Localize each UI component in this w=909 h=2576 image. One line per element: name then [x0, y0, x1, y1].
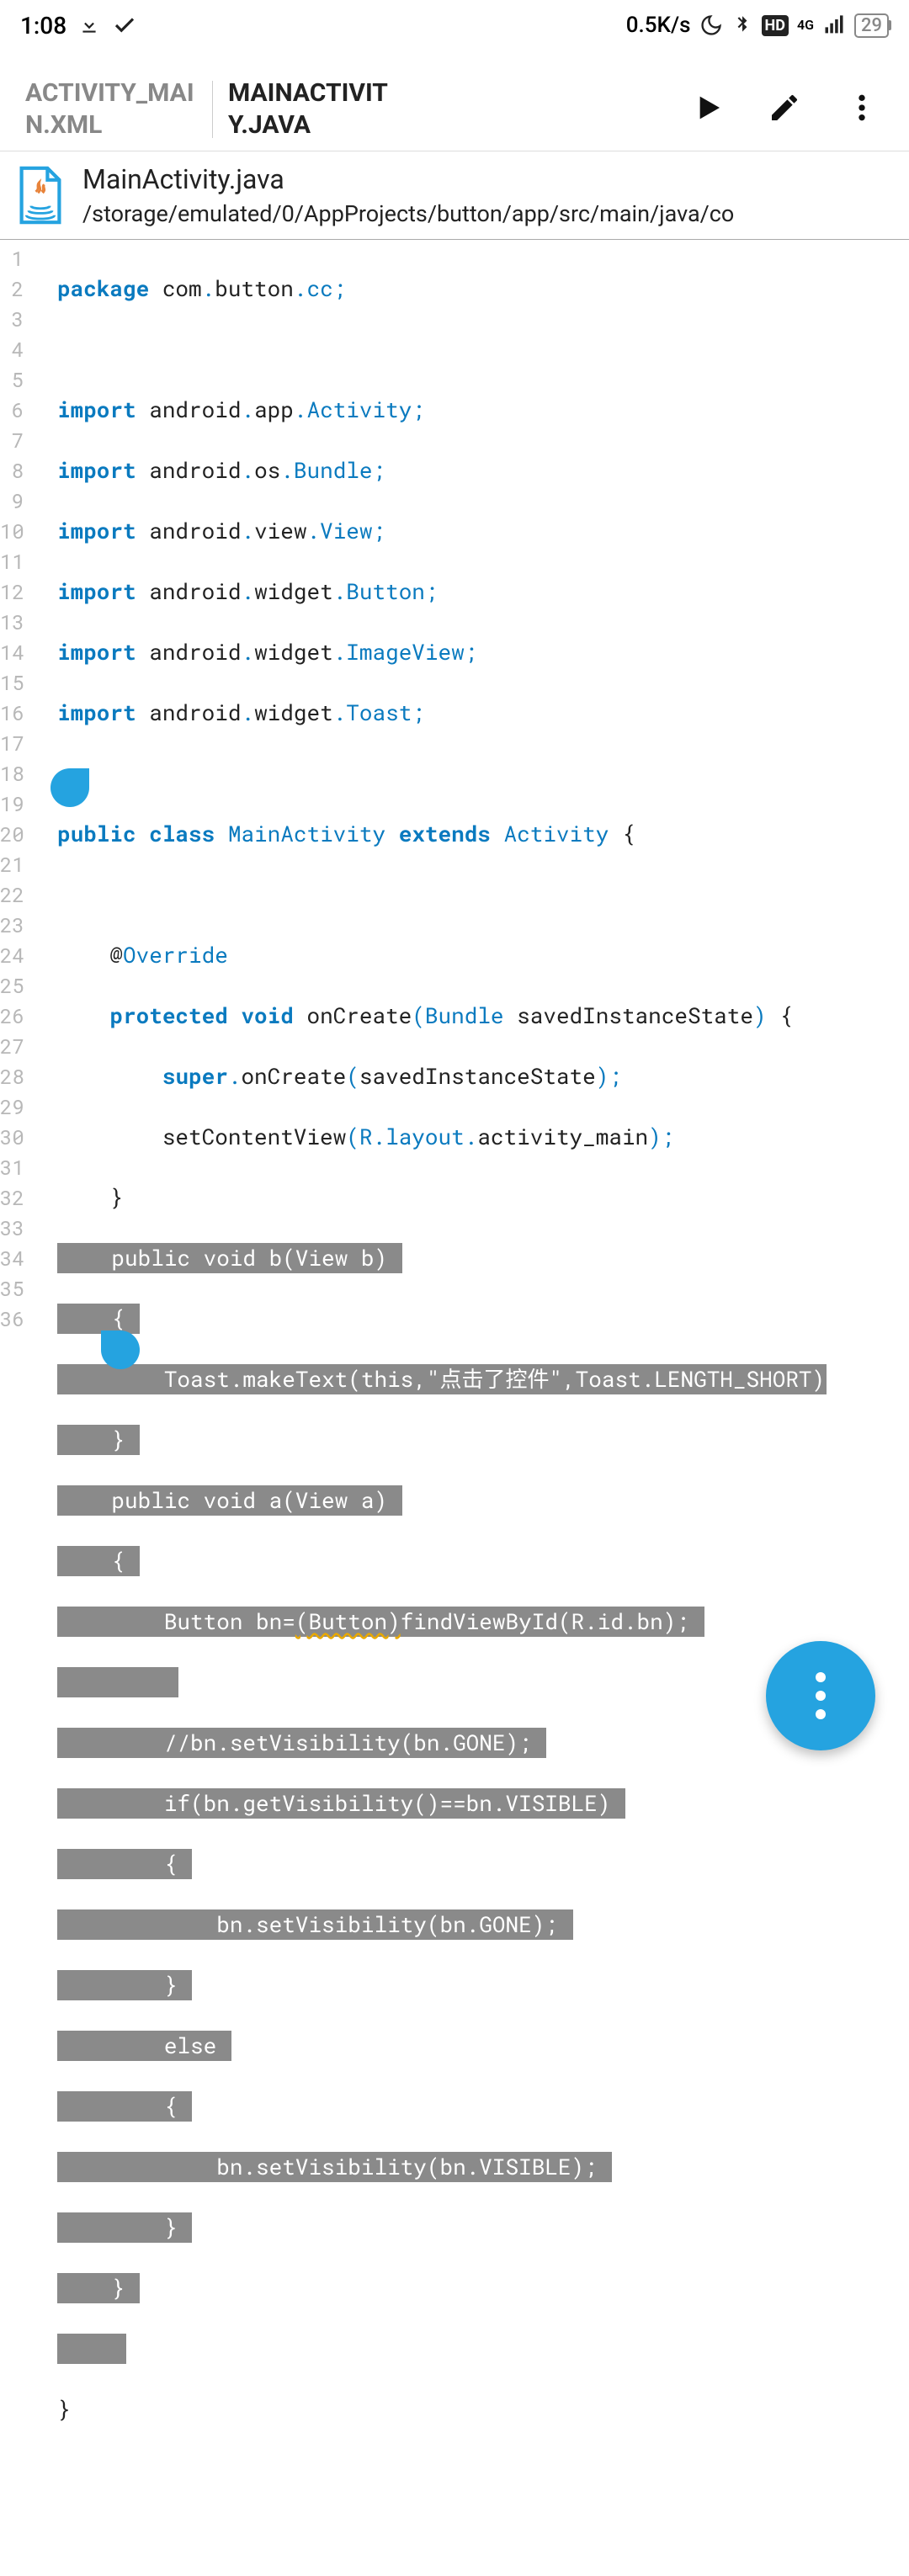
hd-icon: HD — [762, 15, 789, 36]
code-line: { — [57, 1304, 827, 1334]
battery-icon: 29 — [854, 13, 889, 38]
code-line: } — [57, 2394, 827, 2425]
code-line: Button bn=(Button)findViewById(R.id.bn); — [57, 1607, 827, 1637]
download-icon — [78, 14, 100, 36]
file-info: MainActivity.java /storage/emulated/0/Ap… — [82, 163, 734, 227]
code-line: public class MainActivity extends Activi… — [57, 819, 827, 849]
file-path: /storage/emulated/0/AppProjects/button/a… — [82, 200, 734, 227]
code-line — [57, 2334, 827, 2364]
status-time: 1:08 — [20, 12, 66, 40]
code-line: import android.os.Bundle; — [57, 455, 827, 486]
code-line: } — [57, 2273, 827, 2303]
code-line: import android.widget.Button; — [57, 576, 827, 607]
code-line: public void b(View b) — [57, 1243, 827, 1273]
selection-handle-start[interactable] — [50, 768, 89, 807]
code-line: bn.setVisibility(bn.GONE); — [57, 1909, 827, 1940]
code-line: import android.widget.ImageView; — [57, 637, 827, 667]
fab-button[interactable] — [766, 1641, 875, 1750]
code-line: public void a(View a) — [57, 1485, 827, 1516]
tab-activity-main-xml[interactable]: ACTIVITY_MAIN.XML — [10, 77, 212, 141]
code-line: package com.button.cc; — [57, 274, 827, 304]
java-file-icon — [17, 166, 64, 225]
code-line: setContentView(R.layout.activity_main); — [57, 1122, 827, 1152]
tab-mainactivity-java[interactable]: MAINACTIVITY.JAVA — [213, 77, 415, 141]
code-line: import android.app.Activity; — [57, 395, 827, 425]
status-speed: 0.5K/s — [626, 13, 691, 38]
run-button[interactable] — [690, 91, 724, 128]
code-line: protected void onCreate(Bundle savedInst… — [57, 1001, 827, 1031]
code-line: } — [57, 2212, 827, 2243]
code-line: bn.setVisibility(bn.VISIBLE); — [57, 2152, 827, 2182]
network-type: 4G — [797, 19, 814, 32]
code-line: { — [57, 2091, 827, 2122]
line-gutter: 123456789 101112131415161718 19202122232… — [0, 240, 27, 2576]
more-vertical-icon — [816, 1668, 826, 1724]
editor-tabs: ACTIVITY_MAIN.XML MAINACTIVITY.JAVA — [0, 67, 909, 151]
edit-button[interactable] — [768, 91, 801, 128]
code-line: } — [57, 1970, 827, 2000]
moon-icon — [699, 13, 723, 37]
code-line: import android.view.View; — [57, 516, 827, 546]
code-line: @Override — [57, 940, 827, 970]
file-name: MainActivity.java — [82, 163, 734, 195]
android-status-bar: 1:08 0.5K/s HD 4G 29 — [0, 0, 909, 50]
signal-icon — [822, 13, 846, 37]
code-line: { — [57, 1546, 827, 1576]
code-line: } — [57, 1425, 827, 1455]
check-icon — [112, 13, 137, 38]
code-line: } — [57, 1182, 827, 1213]
code-editor[interactable]: 123456789 101112131415161718 19202122232… — [0, 240, 909, 2576]
code-line: super.onCreate(savedInstanceState); — [57, 1061, 827, 1091]
status-left: 1:08 — [20, 12, 137, 40]
code-line: import android.widget.Toast; — [57, 698, 827, 728]
code-line: Toast.makeText(this,"点击了控件",Toast.LENGTH… — [57, 1364, 827, 1394]
bluetooth-icon — [731, 14, 753, 36]
toolbar-actions — [690, 91, 899, 128]
code-line — [57, 758, 827, 789]
file-header: MainActivity.java /storage/emulated/0/Ap… — [0, 151, 909, 240]
code-line — [57, 334, 827, 364]
code-line: { — [57, 1849, 827, 1879]
overflow-menu-icon[interactable] — [845, 91, 879, 128]
code-content[interactable]: package com.button.cc; import android.ap… — [27, 240, 827, 2576]
status-right: 0.5K/s HD 4G 29 — [626, 13, 889, 38]
code-line: else — [57, 2031, 827, 2061]
code-line — [57, 879, 827, 910]
selection-handle-end[interactable] — [101, 1330, 140, 1369]
code-line — [57, 1667, 827, 1697]
code-line: if(bn.getVisibility()==bn.VISIBLE) — [57, 1788, 827, 1819]
code-line: //bn.setVisibility(bn.GONE); — [57, 1728, 827, 1758]
